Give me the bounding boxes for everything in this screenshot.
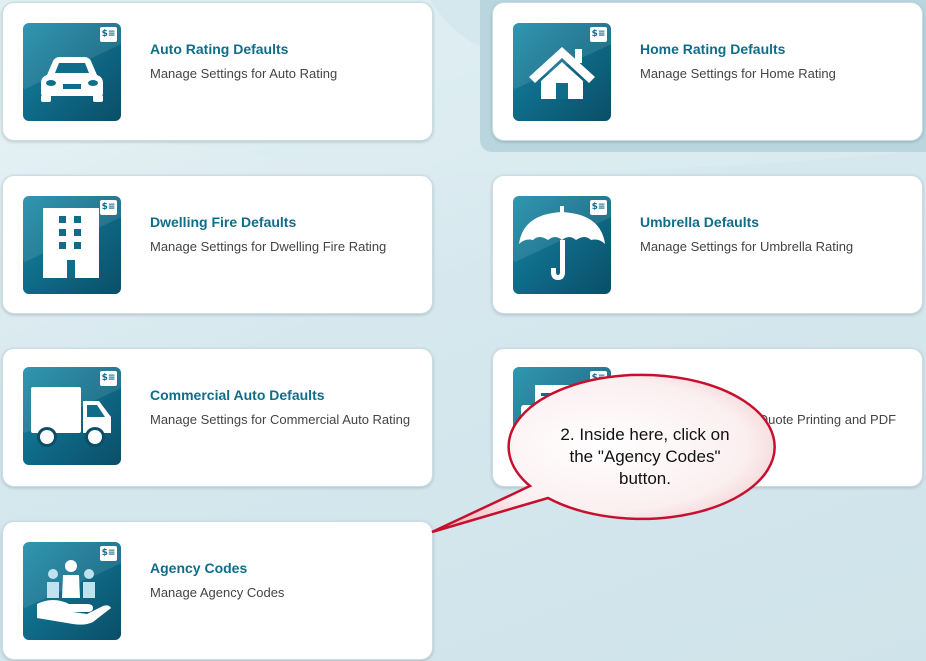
card-description: Manage Settings for Home Rating [640, 66, 836, 81]
commercial-auto-defaults-card[interactable]: $≡ Commercial Auto Defaults Manage Setti… [2, 348, 433, 487]
card-description: Quote Printing and PDF [758, 412, 897, 427]
card-description: Manage Settings for Umbrella Rating [640, 239, 854, 254]
auto-rating-defaults-card[interactable]: $≡ Auto Rating Defaults Manage Settings … [2, 2, 433, 141]
agency-codes-card[interactable]: $≡ Agency Codes Manage Agency Codes [2, 521, 433, 660]
card-title: Home Rating Defaults [640, 41, 786, 57]
pricing-badge-icon: $≡ [100, 371, 117, 386]
callout-text: 2. Inside here, click on the "Agency Cod… [540, 424, 750, 490]
agency-codes-tile: $≡ [23, 542, 121, 640]
pricing-badge-icon: $≡ [590, 27, 607, 42]
dwelling-fire-defaults-card[interactable]: $≡ Dwelling Fire Defaults Manage Setting… [2, 175, 433, 314]
umbrella-defaults-card[interactable]: $≡ Umbrella Defaults Manage Settings for… [492, 175, 923, 314]
dwelling-fire-tile: $≡ [23, 196, 121, 294]
card-title: Commercial Auto Defaults [150, 387, 325, 403]
pricing-badge-icon: $≡ [100, 27, 117, 42]
home-rating-tile: $≡ [513, 23, 611, 121]
auto-rating-tile: $≡ [23, 23, 121, 121]
pricing-badge-icon: $≡ [100, 200, 117, 215]
card-title: Auto Rating Defaults [150, 41, 289, 57]
card-title: Dwelling Fire Defaults [150, 214, 297, 230]
umbrella-tile: $≡ [513, 196, 611, 294]
card-description: Manage Agency Codes [150, 585, 285, 600]
callout-line: button. [619, 469, 671, 488]
card-description: Manage Settings for Dwelling Fire Rating [150, 239, 387, 254]
pricing-badge-icon: $≡ [590, 371, 607, 386]
card-title: Agency Codes [150, 560, 248, 576]
callout-line: the "Agency Codes" [569, 447, 721, 466]
callout-line: 2. Inside here, click on [560, 425, 730, 444]
card-description: Manage Settings for Commercial Auto Rati… [150, 412, 411, 427]
pricing-badge-icon: $≡ [100, 546, 117, 561]
home-rating-defaults-card[interactable]: $≡ Home Rating Defaults Manage Settings … [492, 2, 923, 141]
commercial-auto-tile: $≡ [23, 367, 121, 465]
pricing-badge-icon: $≡ [590, 200, 607, 215]
card-title: Umbrella Defaults [640, 214, 760, 230]
card-description: Manage Settings for Auto Rating [150, 66, 338, 81]
